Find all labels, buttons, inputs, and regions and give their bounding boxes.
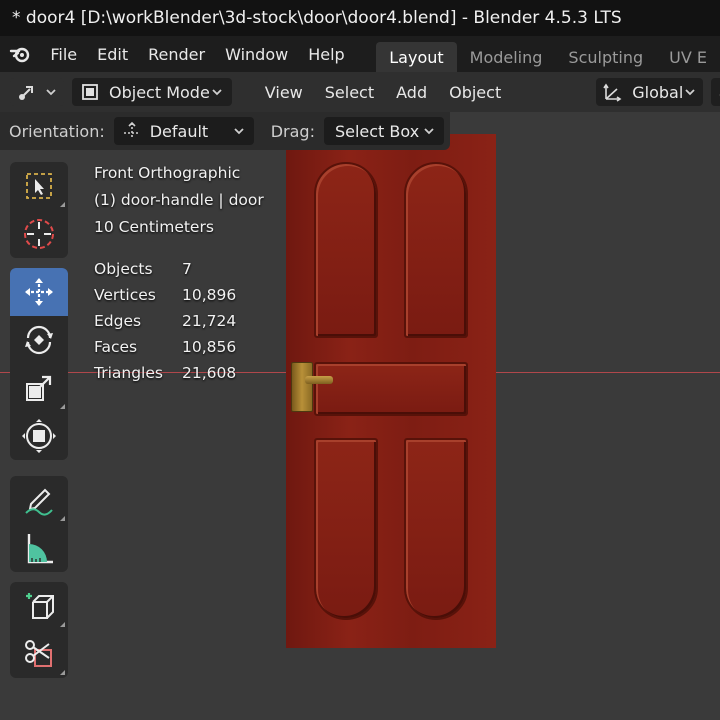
pivot-point-dropdown[interactable] xyxy=(711,78,720,106)
menu-file[interactable]: File xyxy=(40,36,87,72)
menu-render[interactable]: Render xyxy=(138,36,215,72)
drag-dropdown[interactable]: Select Box xyxy=(323,117,444,145)
stat-value: 10,896 xyxy=(182,286,237,304)
door-panel-top-right xyxy=(404,162,468,338)
menu-view[interactable]: View xyxy=(254,83,314,102)
stat-label: Triangles xyxy=(94,364,163,382)
cursor-icon xyxy=(24,219,54,249)
rotate-icon xyxy=(25,325,53,355)
measure-icon xyxy=(27,534,53,564)
tab-uv-editing[interactable]: UV E xyxy=(656,42,720,72)
add-cube-icon xyxy=(26,593,54,619)
menu-select[interactable]: Select xyxy=(314,83,385,102)
stat-row-edges: Edges 21,724 xyxy=(94,310,236,336)
object-mode-icon xyxy=(82,84,98,100)
door-panel-bottom-left xyxy=(314,438,378,620)
chevron-down-icon xyxy=(424,128,434,135)
tool-measure[interactable] xyxy=(10,524,68,572)
viewport-header: Object Mode View Select Add Object Globa… xyxy=(0,72,720,112)
window-title-bar: * door4 [D:\workBlender\3d-stock\door\do… xyxy=(0,0,720,36)
door-handle-plate[interactable] xyxy=(291,362,313,412)
viewport-info-overlay: Front Orthographic (1) door-handle | doo… xyxy=(94,162,264,243)
door-object[interactable] xyxy=(286,134,496,648)
chevron-down-icon xyxy=(46,89,56,96)
cut-icon xyxy=(25,640,52,667)
tool-gizmo-dropdown[interactable] xyxy=(10,78,64,106)
tool-annotate[interactable] xyxy=(10,476,68,524)
door-panel-bottom-right xyxy=(404,438,468,620)
toolbar-group-annotate xyxy=(10,476,68,572)
tool-add-cube[interactable] xyxy=(10,582,68,630)
orientation-field-label: Orientation: xyxy=(9,121,105,141)
drag-field-label: Drag: xyxy=(270,121,315,141)
orientation-dropdown[interactable]: Default xyxy=(113,117,254,145)
tool-cursor[interactable] xyxy=(10,210,68,258)
blender-logo-icon[interactable] xyxy=(8,41,32,67)
stat-row-triangles: Triangles 21,608 xyxy=(94,362,236,388)
tool-transform[interactable] xyxy=(10,412,68,460)
grid-scale: 10 Centimeters xyxy=(94,218,214,236)
tab-layout[interactable]: Layout xyxy=(376,42,457,72)
toolbar-group-select xyxy=(10,162,68,258)
top-menu-bar: File Edit Render Window Help Layout Mode… xyxy=(0,36,720,72)
orientation-value: Default xyxy=(149,121,209,141)
tool-move[interactable] xyxy=(10,268,68,316)
tool-submenu-indicator xyxy=(60,202,65,207)
door-panel-top-left xyxy=(314,162,378,338)
view-name: Front Orthographic xyxy=(94,164,241,182)
window-title: * door4 [D:\workBlender\3d-stock\door\do… xyxy=(12,8,622,28)
tool-submenu-indicator xyxy=(60,404,65,409)
tool-select-box[interactable] xyxy=(10,162,68,210)
scale-icon xyxy=(26,375,52,401)
menu-add[interactable]: Add xyxy=(385,83,438,102)
chevron-down-icon xyxy=(234,128,244,135)
transform-orientation-dropdown[interactable]: Global xyxy=(596,78,704,106)
transform-icon xyxy=(22,419,56,453)
stat-row-faces: Faces 10,856 xyxy=(94,336,236,362)
active-selection: (1) door-handle | door xyxy=(94,191,264,209)
default-orientation-icon xyxy=(123,121,140,139)
stat-value: 10,856 xyxy=(182,338,237,356)
select-box-icon xyxy=(26,173,52,199)
toolbar-group-transform xyxy=(10,268,68,460)
tool-submenu-indicator xyxy=(60,670,65,675)
mode-label: Object Mode xyxy=(109,82,210,102)
door-handle-lever[interactable] xyxy=(305,376,333,384)
toolbar-group-add xyxy=(10,582,68,678)
tool-settings-bar: Orientation: Default Drag: Select Box xyxy=(0,112,450,150)
tab-sculpting[interactable]: Sculpting xyxy=(555,42,656,72)
annotate-icon xyxy=(25,488,53,516)
scene-statistics: Objects 7 Vertices 10,896 Edges 21,724 F… xyxy=(94,258,236,388)
stat-value: 21,608 xyxy=(182,364,237,382)
stat-row-vertices: Vertices 10,896 xyxy=(94,284,236,310)
mode-selector[interactable]: Object Mode xyxy=(72,78,232,106)
orientation-axes-icon xyxy=(603,83,622,102)
chevron-down-icon xyxy=(212,89,222,96)
stat-label: Edges xyxy=(94,312,142,330)
tool-rotate[interactable] xyxy=(10,316,68,364)
menu-window[interactable]: Window xyxy=(215,36,298,72)
drag-value: Select Box xyxy=(334,121,420,141)
menu-help[interactable]: Help xyxy=(298,36,354,72)
tool-submenu-indicator xyxy=(60,516,65,521)
stat-label: Vertices xyxy=(94,286,156,304)
tool-cut[interactable] xyxy=(10,630,68,678)
tool-scale[interactable] xyxy=(10,364,68,412)
stat-row-objects: Objects 7 xyxy=(94,258,236,284)
menu-object[interactable]: Object xyxy=(438,83,512,102)
move-icon xyxy=(25,278,53,306)
orientation-label: Global xyxy=(632,82,684,102)
chevron-down-icon xyxy=(685,89,695,96)
stat-value: 21,724 xyxy=(182,312,237,330)
menu-edit[interactable]: Edit xyxy=(87,36,138,72)
tab-modeling[interactable]: Modeling xyxy=(457,42,556,72)
stat-label: Faces xyxy=(94,338,138,356)
stat-value: 7 xyxy=(182,260,192,278)
tool-submenu-indicator xyxy=(60,622,65,627)
stat-label: Objects xyxy=(94,260,153,278)
door-panel-middle xyxy=(314,362,468,416)
transform-gizmo-icon xyxy=(19,86,33,100)
